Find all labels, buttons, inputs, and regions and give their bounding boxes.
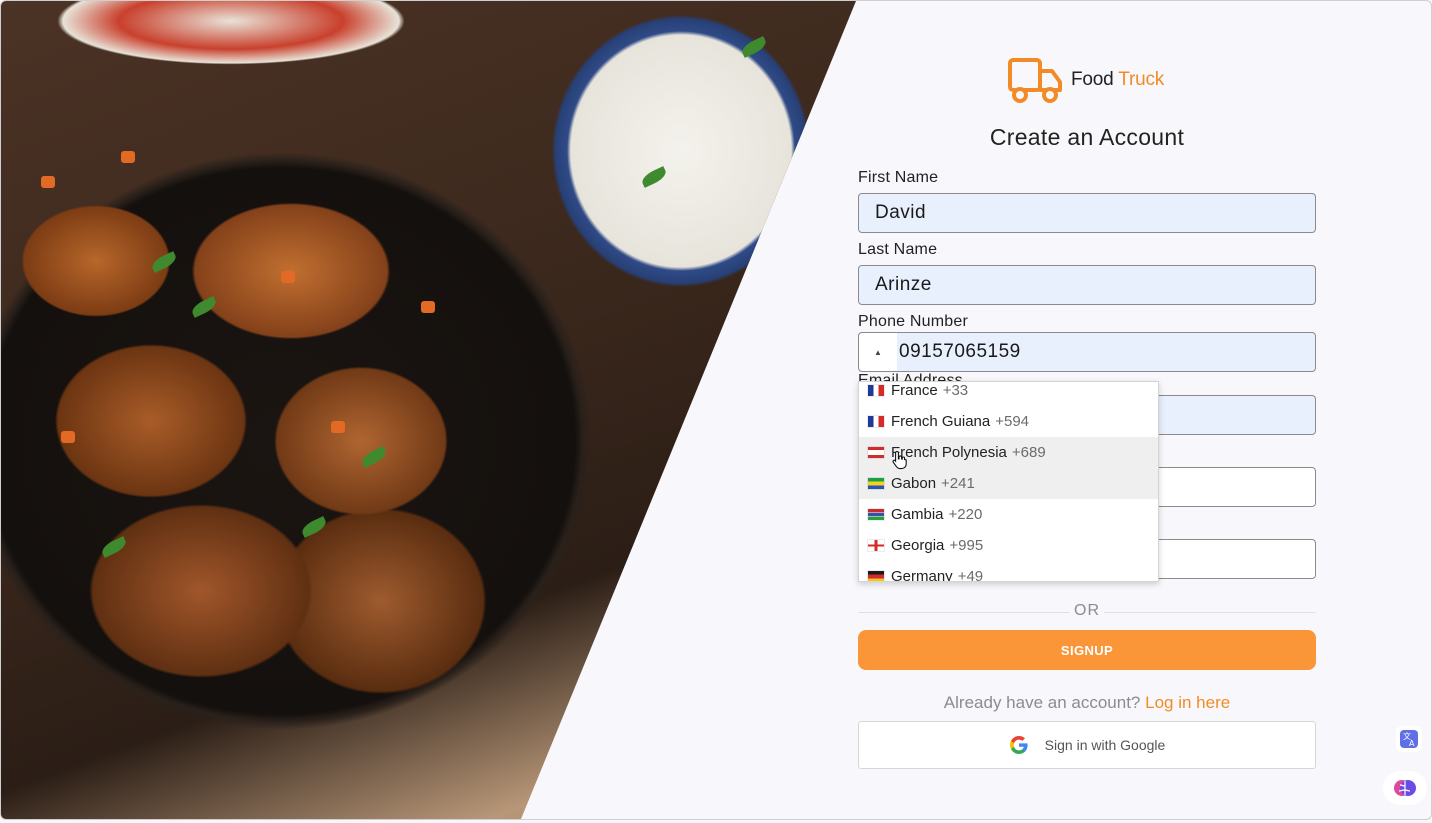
food-hero-image: [1, 1, 856, 819]
carrot-piece: [281, 271, 295, 283]
flag-french-guiana-icon: [868, 416, 884, 427]
country-selector[interactable]: ▲: [859, 333, 897, 371]
country-name: France: [891, 382, 938, 399]
country-name: Germany: [891, 568, 953, 582]
herb-leaf: [299, 516, 329, 538]
country-name: Georgia: [891, 537, 945, 554]
last-name-field[interactable]: Arinze: [858, 265, 1316, 305]
flag-georgia-icon: [868, 540, 884, 551]
last-name-value: Arinze: [875, 274, 932, 295]
first-name-value: David: [875, 202, 927, 223]
herb-leaf: [739, 36, 769, 58]
country-code: +689: [1011, 444, 1046, 461]
country-name: Gabon: [891, 475, 937, 492]
country-code: +594: [995, 413, 1030, 430]
app-window: Food Truck Create an Account First Name …: [0, 0, 1432, 820]
signup-button[interactable]: SIGNUP: [858, 630, 1316, 670]
google-signin-button[interactable]: Sign in with Google: [858, 721, 1316, 769]
country-option[interactable]: French Guiana +594: [859, 406, 1158, 437]
first-name-field[interactable]: David: [858, 193, 1316, 233]
country-dropdown[interactable]: France +33 French Guiana +594 French Pol…: [858, 381, 1159, 582]
phone-label: Phone Number: [858, 313, 969, 330]
herb-leaf: [189, 296, 219, 318]
herb-leaf: [99, 536, 129, 558]
translate-extension-icon[interactable]: 文 A: [1396, 726, 1422, 752]
country-option[interactable]: Gabon +241: [859, 468, 1158, 499]
country-code: +220: [948, 506, 983, 523]
country-code: +33: [942, 382, 969, 399]
google-icon: [1009, 736, 1028, 754]
country-option[interactable]: France +33: [859, 382, 1158, 406]
caret-up-icon: ▲: [874, 347, 882, 357]
phone-field[interactable]: ▲ 09157065159: [858, 332, 1316, 372]
login-prompt-text: Already have an account?: [943, 693, 1141, 712]
or-text: OR: [1074, 602, 1100, 619]
flag-france-icon: [868, 385, 884, 396]
country-name: French Guiana: [891, 413, 991, 430]
country-code: +995: [949, 537, 984, 554]
herb-leaf: [359, 446, 389, 468]
login-link[interactable]: Log in here: [1145, 693, 1230, 712]
brand-name: Food Truck: [1071, 69, 1165, 90]
last-name-label: Last Name: [858, 241, 938, 258]
hand-cursor-icon: [892, 450, 907, 470]
country-option[interactable]: Georgia +995: [859, 530, 1158, 561]
herb-leaf: [149, 251, 179, 273]
ai-brain-extension-icon[interactable]: [1383, 771, 1427, 805]
country-option[interactable]: Gambia +220: [859, 499, 1158, 530]
first-name-label: First Name: [858, 169, 939, 186]
country-code: +49: [957, 568, 984, 582]
country-option[interactable]: Germany +49: [859, 561, 1158, 582]
flag-gambia-icon: [868, 509, 884, 520]
flag-germany-icon: [868, 571, 884, 581]
page-title: Create an Account: [989, 124, 1185, 150]
carrot-piece: [421, 301, 435, 313]
carrot-piece: [41, 176, 55, 188]
flag-gabon-icon: [868, 478, 884, 489]
carrot-piece: [121, 151, 135, 163]
phone-value: 09157065159: [899, 341, 1021, 362]
svg-text:A: A: [1409, 739, 1415, 748]
country-name: Gambia: [891, 506, 944, 523]
flag-french-polynesia-icon: [868, 447, 884, 458]
or-divider: OR: [858, 602, 1316, 622]
country-code: +241: [941, 475, 975, 492]
truck-icon: [1008, 58, 1062, 103]
carrot-piece: [61, 431, 75, 443]
herb-leaf: [639, 166, 669, 188]
login-prompt: Already have an account? Log in here: [858, 693, 1316, 713]
google-signin-label: Sign in with Google: [1044, 737, 1166, 753]
country-name: French Polynesia: [891, 444, 1007, 461]
carrot-piece: [331, 421, 345, 433]
brand-logo: Food Truck: [1007, 55, 1164, 105]
